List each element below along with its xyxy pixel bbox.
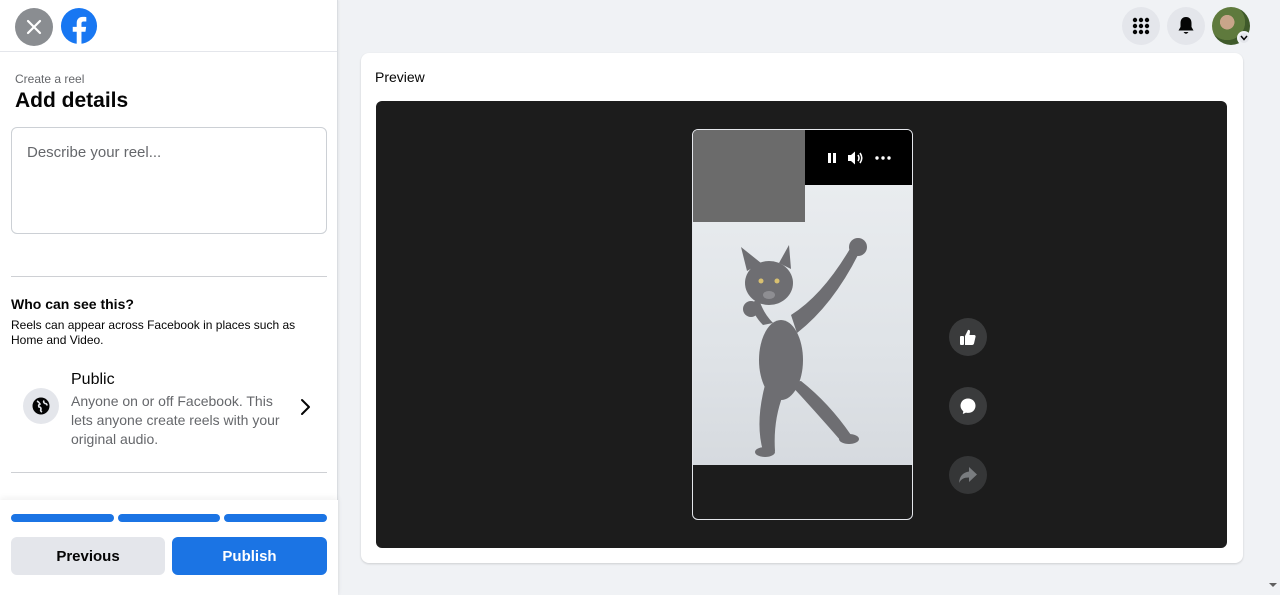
publish-button[interactable]: Publish	[172, 537, 327, 575]
share-icon	[959, 467, 977, 483]
bell-icon	[1178, 17, 1194, 34]
comment-button[interactable]	[949, 387, 987, 425]
scroll-down-icon[interactable]	[1268, 580, 1278, 590]
pause-icon	[828, 153, 836, 163]
like-icon	[960, 329, 976, 345]
audience-heading: Who can see this?	[11, 296, 134, 312]
reel-video[interactable]	[693, 185, 912, 465]
comment-icon	[960, 398, 976, 414]
volume-button[interactable]	[847, 150, 865, 166]
globe-icon-wrapper	[23, 388, 59, 424]
audience-option-title: Public	[71, 371, 115, 388]
menu-button[interactable]	[1122, 7, 1160, 45]
chevron-right-icon	[301, 399, 310, 415]
previous-button[interactable]: Previous	[11, 537, 165, 575]
facebook-logo-icon[interactable]	[60, 7, 98, 45]
progress-segment	[11, 514, 114, 522]
divider	[11, 472, 327, 473]
audience-subtext: Reels can appear across Facebook in plac…	[11, 318, 296, 347]
grid-menu-icon	[1132, 17, 1150, 35]
reel-description-input[interactable]	[11, 127, 327, 234]
breadcrumb: Create a reel	[15, 72, 85, 86]
progress-segment	[224, 514, 328, 522]
more-icon	[875, 156, 891, 160]
page-title: Add details	[15, 89, 129, 112]
share-button[interactable]	[949, 456, 987, 494]
reel-preview-frame	[692, 129, 913, 520]
sidebar-header	[0, 0, 337, 52]
divider	[11, 276, 327, 277]
notifications-button[interactable]	[1167, 7, 1205, 45]
left-sidebar: Create a reel Add details Who can see th…	[0, 0, 338, 595]
preview-title: Preview	[375, 69, 425, 85]
progress-bar	[11, 514, 328, 522]
video-controls	[827, 150, 891, 166]
sidebar-footer: Previous Publish	[0, 500, 338, 595]
preview-overlay-block	[693, 130, 805, 222]
audience-option-public[interactable]: Public Anyone on or off Facebook. This l…	[11, 368, 327, 452]
more-options-button[interactable]	[875, 156, 891, 160]
account-menu-badge[interactable]	[1237, 31, 1251, 45]
like-button[interactable]	[949, 318, 987, 356]
volume-icon	[848, 151, 863, 165]
preview-card: Preview	[361, 53, 1243, 563]
close-button[interactable]	[15, 8, 53, 46]
chevron-down-icon	[1240, 35, 1248, 41]
progress-segment	[117, 514, 221, 522]
close-icon	[26, 19, 42, 35]
preview-stage	[376, 101, 1227, 548]
globe-icon	[32, 397, 50, 415]
audience-option-description: Anyone on or off Facebook. This lets any…	[71, 393, 280, 447]
cat-image	[741, 238, 867, 457]
pause-button[interactable]	[827, 152, 837, 164]
